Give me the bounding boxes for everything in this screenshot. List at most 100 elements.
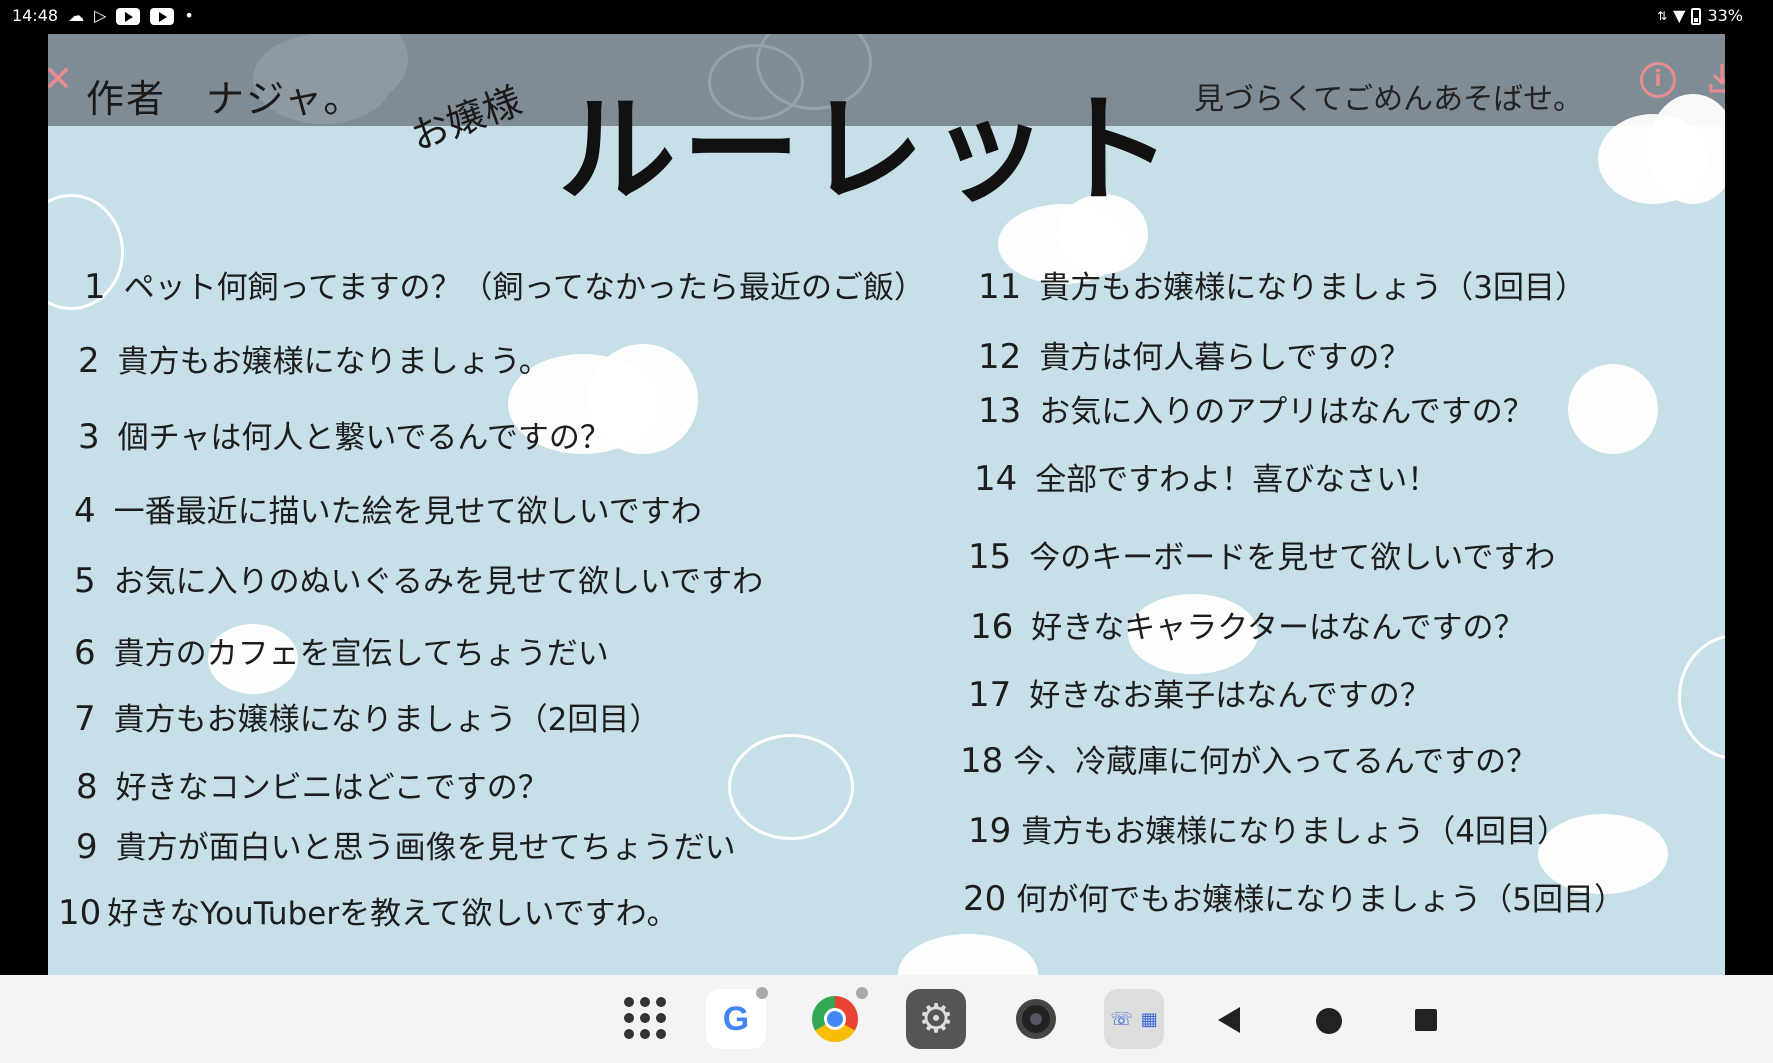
- status-time: 14:48: [12, 6, 59, 25]
- chrome-logo: [812, 996, 858, 1042]
- rule-text: 貴方は何人暮らしですの？: [1039, 340, 1411, 376]
- rule-number: 16: [970, 607, 1014, 647]
- rule-item: 6 貴方のカフェを宣伝してちょうだい: [74, 628, 609, 673]
- rule-item: 19 貴方もお嬢様になりましょう（4回目）: [968, 806, 1568, 851]
- rule-number: 20: [963, 879, 1007, 919]
- phone-icon: ☏: [1110, 1008, 1133, 1030]
- youtube-icon: [150, 7, 175, 25]
- download-icon[interactable]: [1708, 62, 1725, 94]
- rule-number: 3: [78, 417, 100, 457]
- rule-number: 2: [78, 341, 100, 381]
- rule-number: 17: [968, 675, 1012, 715]
- rule-text: 好きなYouTuberを教えて欲しいですわ。: [107, 896, 678, 932]
- rule-text: お気に入りのアプリはなんですの？: [1039, 394, 1534, 430]
- rule-item: 3 個チャは何人と繋いでるんですの？: [78, 412, 611, 457]
- rule-item: 18 今、冷蔵庫に何が入ってるんですの？: [960, 736, 1537, 781]
- rule-number: 11: [978, 267, 1022, 307]
- rule-text: 貴方のカフェを宣伝してちょうだい: [113, 636, 609, 672]
- rule-item: 13 お気に入りのアプリはなんですの？: [978, 386, 1534, 431]
- rule-item: 8 好きなコンビニはどこですの？: [76, 762, 549, 807]
- rule-number: 7: [74, 699, 96, 739]
- taskbar: G ⚙ ☏ ▦: [0, 975, 1773, 1063]
- rule-text: 何が何でもお嬢様になりましょう（5回目）: [1016, 882, 1625, 918]
- youtube-icon: [116, 7, 141, 25]
- home-icon[interactable]: [1316, 1008, 1342, 1034]
- camera-lens: [1016, 999, 1056, 1039]
- rule-text: 好きなコンビニはどこですの？: [115, 770, 549, 806]
- rule-number: 9: [76, 827, 98, 867]
- cloud-decoration: [1568, 364, 1658, 454]
- rule-number: 12: [978, 337, 1022, 377]
- rule-number: 10: [58, 893, 102, 933]
- calendar-icon: ▦: [1140, 1008, 1158, 1030]
- notification-dot: [756, 987, 768, 999]
- rule-number: 6: [74, 633, 96, 673]
- wifi-icon: ▼: [1673, 6, 1686, 25]
- camera-icon[interactable]: [1006, 989, 1066, 1049]
- rule-item: 5 お気に入りのぬいぐるみを見せて欲しいですわ: [74, 556, 763, 601]
- rule-number: 1: [84, 267, 106, 307]
- rule-item: 20 何が何でもお嬢様になりましょう（5回目）: [963, 874, 1625, 919]
- close-icon[interactable]: ✕: [48, 62, 76, 98]
- apology-note: 見づらくてごめんあそばせ。: [1194, 82, 1584, 117]
- rule-text: 今、冷蔵庫に何が入ってるんですの？: [1013, 744, 1538, 780]
- rule-text: 貴方もお嬢様になりましょう（3回目）: [1039, 270, 1586, 306]
- rule-item: 10 好きなYouTuberを教えて欲しいですわ。: [58, 888, 678, 933]
- status-left: 14:48 ☁ ▷ •: [12, 6, 194, 26]
- battery-icon: [1691, 7, 1702, 25]
- rule-text: 今のキーボードを見せて欲しいですわ: [1029, 540, 1556, 576]
- cloud-decoration: [1678, 634, 1725, 760]
- rule-number: 8: [76, 767, 98, 807]
- dot-icon: •: [184, 6, 194, 25]
- rule-item: 15 今のキーボードを見せて欲しいですわ: [968, 532, 1555, 577]
- back-icon[interactable]: [1218, 1007, 1240, 1033]
- rule-text: 全部ですわよ！喜びなさい！: [1035, 462, 1439, 498]
- rule-item: 11 貴方もお嬢様になりましょう（3回目）: [978, 262, 1586, 307]
- rule-item: 4 一番最近に描いた絵を見せて欲しいですわ: [74, 486, 702, 531]
- rule-item: 9 貴方が面白いと思う画像を見せてちょうだい: [76, 822, 736, 867]
- rule-number: 15: [968, 537, 1012, 577]
- rule-text: 個チャは何人と繋いでるんですの？: [117, 420, 611, 456]
- apps-grid-icon[interactable]: [624, 997, 666, 1039]
- rule-number: 18: [960, 741, 1004, 781]
- status-right: ⇅ ▼ 33%: [1657, 6, 1743, 26]
- settings-icon[interactable]: ⚙: [906, 989, 966, 1049]
- rule-item: 2 貴方もお嬢様になりましょう。: [78, 336, 550, 381]
- google-icon[interactable]: G: [706, 989, 766, 1049]
- rule-text: 一番最近に描いた絵を見せて欲しいですわ: [113, 494, 702, 530]
- rule-text: 好きなお菓子はなんですの？: [1029, 678, 1431, 714]
- rule-item: 1 ペット何飼ってますの？（飼ってなかったら最近のご飯）: [84, 262, 925, 307]
- page-title: ルーレット: [558, 81, 1179, 219]
- info-icon[interactable]: i: [1640, 62, 1676, 98]
- rule-number: 19: [968, 811, 1012, 851]
- rule-item: 12 貴方は何人暮らしですの？: [978, 332, 1410, 377]
- rule-item: 17 好きなお菓子はなんですの？: [968, 670, 1431, 715]
- rule-number: 4: [74, 491, 96, 531]
- rule-item: 7 貴方もお嬢様になりましょう（2回目）: [74, 694, 660, 739]
- data-arrows-icon: ⇅: [1657, 9, 1668, 23]
- rule-text: お気に入りのぬいぐるみを見せて欲しいですわ: [113, 564, 764, 600]
- chrome-icon[interactable]: [805, 989, 865, 1049]
- rule-text: 貴方が面白いと思う画像を見せてちょうだい: [115, 830, 736, 866]
- rule-number: 14: [974, 459, 1018, 499]
- image-viewer: ✕ 作者 ナジャ。 お嬢様 ルーレット 見づらくてごめんあそばせ。 i 1 ペット…: [48, 34, 1725, 975]
- rule-text: 貴方もお嬢様になりましょう。: [117, 344, 550, 380]
- notification-dot: [856, 987, 868, 999]
- rule-number: 13: [978, 391, 1022, 431]
- status-bar: 14:48 ☁ ▷ • ⇅ ▼ 33%: [0, 0, 1773, 34]
- author-credit: 作者 ナジャ。: [86, 77, 364, 121]
- rule-item: 16 好きなキャラクターはなんですの？: [970, 602, 1524, 647]
- rule-item: 14 全部ですわよ！喜びなさい！: [974, 454, 1438, 499]
- rule-text: 好きなキャラクターはなんですの？: [1031, 610, 1525, 646]
- cloud-icon: ☁: [68, 6, 85, 25]
- multi-app-icon[interactable]: ☏ ▦: [1104, 989, 1164, 1049]
- cloud-decoration: [728, 734, 854, 840]
- recents-icon[interactable]: [1415, 1009, 1437, 1031]
- rule-text: 貴方もお嬢様になりましょう（2回目）: [113, 702, 661, 738]
- rule-text: 貴方もお嬢様になりましょう（4回目）: [1021, 814, 1568, 850]
- rule-number: 5: [74, 561, 96, 601]
- play-store-icon: ▷: [94, 6, 107, 25]
- rule-text: ペット何飼ってますの？（飼ってなかったら最近のご飯）: [123, 270, 925, 306]
- battery-percent: 33%: [1707, 6, 1743, 25]
- cloud-decoration: [898, 934, 1038, 975]
